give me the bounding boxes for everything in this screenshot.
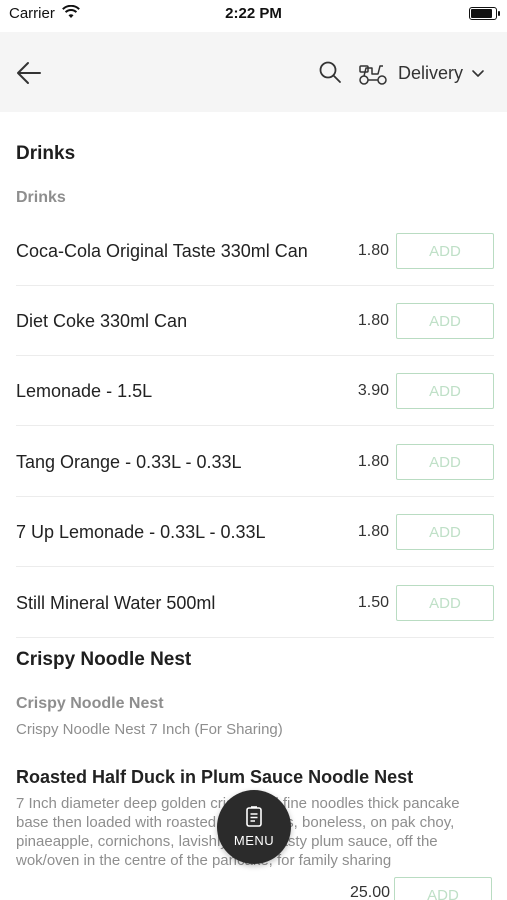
divider — [16, 566, 494, 567]
add-button[interactable]: ADD — [396, 514, 494, 550]
add-button[interactable]: ADD — [396, 373, 494, 409]
item-price: 1.80 — [357, 312, 389, 329]
menu-button[interactable]: MENU — [217, 790, 291, 864]
subsection-description: Crispy Noodle Nest 7 Inch (For Sharing) — [16, 721, 283, 738]
item-price: 3.90 — [357, 382, 389, 399]
menu-button-label: MENU — [233, 833, 275, 848]
battery-fill — [471, 9, 492, 18]
item-price: 1.80 — [357, 523, 389, 540]
section-title-drinks: Drinks — [16, 143, 76, 164]
item-name: Roasted Half Duck in Plum Sauce Noodle N… — [16, 767, 414, 787]
item-name: Lemonade - 1.5L — [16, 381, 153, 401]
menu-item: 7 Up Lemonade - 0.33L - 0.33L 1.80 ADD — [0, 497, 507, 567]
add-button[interactable]: ADD — [396, 303, 494, 339]
menu-item: Still Mineral Water 500ml 1.50 ADD — [0, 568, 507, 638]
item-name: Diet Coke 330ml Can — [16, 311, 188, 331]
add-button[interactable]: ADD — [396, 585, 494, 621]
delivery-label: Delivery — [398, 62, 464, 83]
item-name: Coca-Cola Original Taste 330ml Can — [16, 241, 308, 261]
section-title-crispy-noodle-nest: Crispy Noodle Nest — [16, 649, 192, 670]
divider — [16, 425, 494, 426]
item-price: 1.50 — [357, 594, 389, 611]
clock: 2:22 PM — [225, 5, 282, 22]
delivery-selector[interactable]: Delivery — [358, 58, 485, 88]
item-name: Still Mineral Water 500ml — [16, 593, 216, 613]
add-button[interactable]: ADD — [396, 233, 494, 269]
chevron-down-icon — [472, 70, 484, 77]
menu-item: Diet Coke 330ml Can 1.80 ADD — [0, 286, 507, 356]
scooter-icon — [359, 65, 387, 85]
item-name: 7 Up Lemonade - 0.33L - 0.33L — [16, 522, 266, 542]
item-price: 1.80 — [357, 242, 389, 259]
menu-item: Tang Orange - 0.33L - 0.33L 1.80 ADD — [0, 427, 507, 497]
add-button[interactable]: ADD — [396, 444, 494, 480]
item-price: 25.00 — [349, 884, 390, 900]
top-nav-bar: Delivery — [0, 32, 507, 112]
item-name: Tang Orange - 0.33L - 0.33L — [16, 452, 242, 472]
battery-icon — [469, 7, 500, 20]
menu-item: Lemonade - 1.5L 3.90 ADD — [0, 356, 507, 426]
subsection-title-drinks: Drinks — [16, 189, 66, 206]
item-price: 1.80 — [357, 453, 389, 470]
menu-item: Coca-Cola Original Taste 330ml Can 1.80 … — [0, 216, 507, 286]
subsection-title-crispy-noodle-nest: Crispy Noodle Nest — [16, 695, 164, 712]
menu-content[interactable]: Drinks Drinks Coca-Cola Original Taste 3… — [0, 112, 507, 900]
add-button[interactable]: ADD — [394, 877, 492, 900]
status-bar: Carrier 2:22 PM — [0, 0, 507, 30]
menu-card-icon — [246, 806, 262, 827]
arrow-left-icon[interactable] — [14, 58, 44, 88]
search-icon[interactable] — [318, 60, 342, 84]
divider — [16, 637, 494, 638]
